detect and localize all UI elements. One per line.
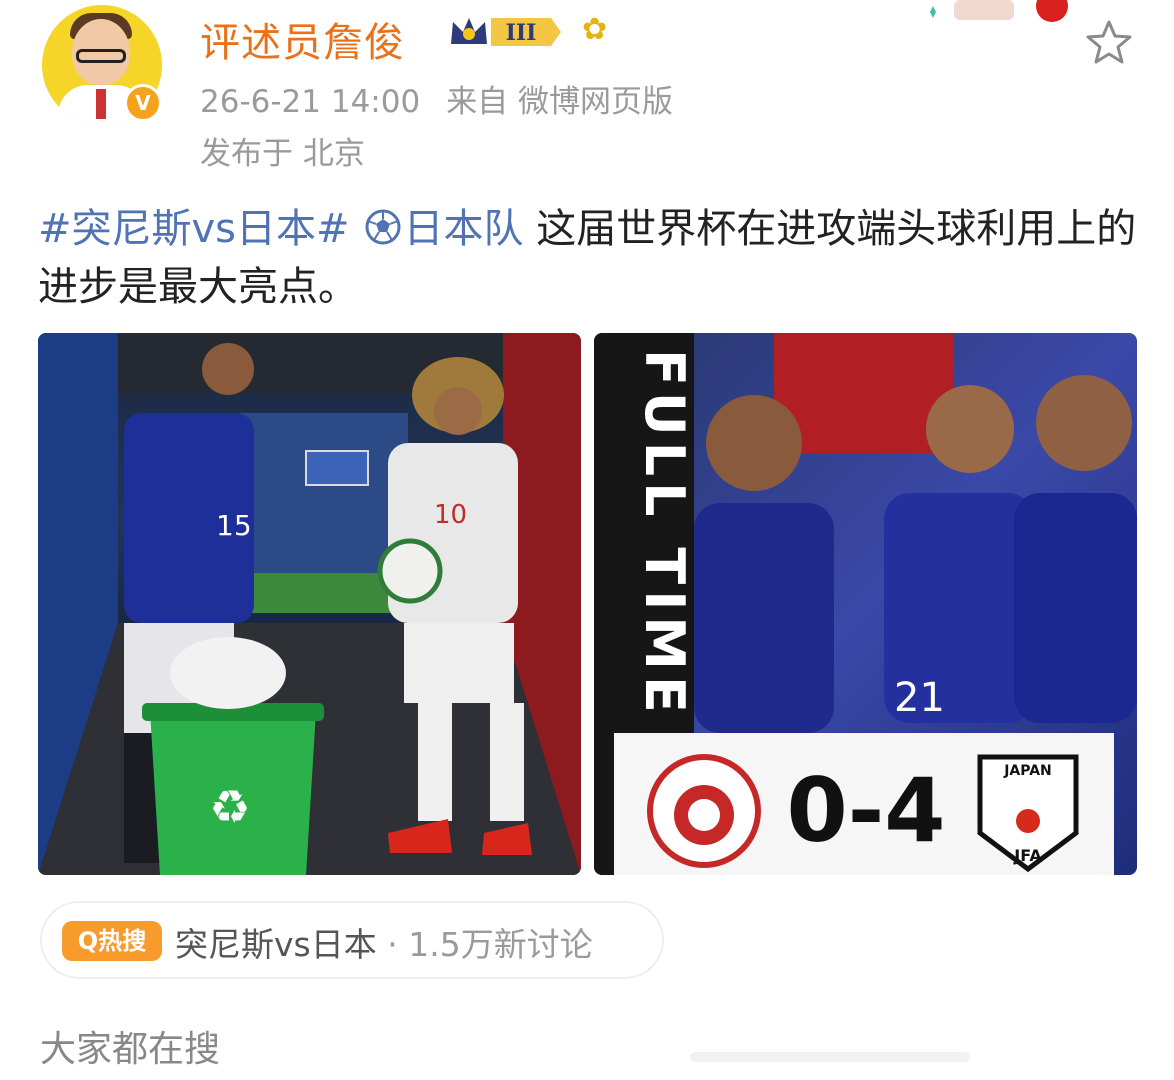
post-image-1[interactable]: 15 ♻ 10 [38,333,581,875]
score-text: 0-4 [787,759,946,862]
tunnel-illustration: 15 ♻ 10 [38,333,581,875]
level-badge-text: III [506,20,537,46]
star-icon[interactable] [1084,18,1134,68]
jersey-number-left: 15 [216,509,252,542]
hot-search-count: 1.5万新讨论 [408,925,593,964]
avatar-glasses [76,49,126,63]
post-image-2[interactable]: FULL TIME 21 0-4 JAPAN JFA [594,333,1137,875]
post-timestamp: 26-6-21 14:00 [200,84,421,120]
hot-search-badge: Q热搜 [62,921,162,961]
hot-search-text: 突尼斯vs日本 · 1.5万新讨论 [175,918,593,966]
hot-search-chip[interactable]: Q热搜 突尼斯vs日本 · 1.5万新讨论 [40,901,664,979]
full-time-graphic: FULL TIME 21 0-4 JAPAN JFA [594,333,1137,875]
post-source: 来自 微博网页版 [446,84,674,120]
crown-badge-icon[interactable]: III [447,12,565,52]
author-name[interactable]: 评述员詹俊 [200,10,405,68]
recycle-icon: ♻ [209,780,250,834]
avatar-tie [96,89,106,119]
sunflower-icon: ✿ [582,12,608,47]
loading-placeholder [690,1052,970,1062]
jersey-number-right: 10 [434,500,467,530]
hot-search-topic: 突尼斯vs日本 [175,925,377,964]
player-number: 21 [894,675,945,721]
topic-tag-link[interactable]: #突尼斯vs日本# [38,206,350,252]
jfa-label: JFA [1013,846,1042,865]
everyone-searching-label: 大家都在搜 [40,1029,221,1070]
verified-badge: V [124,84,162,122]
post-location: 发布于 北京 [200,136,365,172]
post-meta: 26-6-21 14:00 来自 微博网页版 [200,76,673,121]
full-time-banner: FULL TIME [633,349,696,719]
japan-label: JAPAN [1003,763,1052,779]
team-tag-link[interactable]: 日本队 [404,206,524,252]
soccer-ball-icon [365,209,401,245]
decorative-sticker [930,0,1068,22]
post-text: #突尼斯vs日本# 日本队 这届世界杯在进攻端头球利用上的进步是最大亮点。 [38,200,1138,316]
hot-search-separator: · [376,925,409,964]
